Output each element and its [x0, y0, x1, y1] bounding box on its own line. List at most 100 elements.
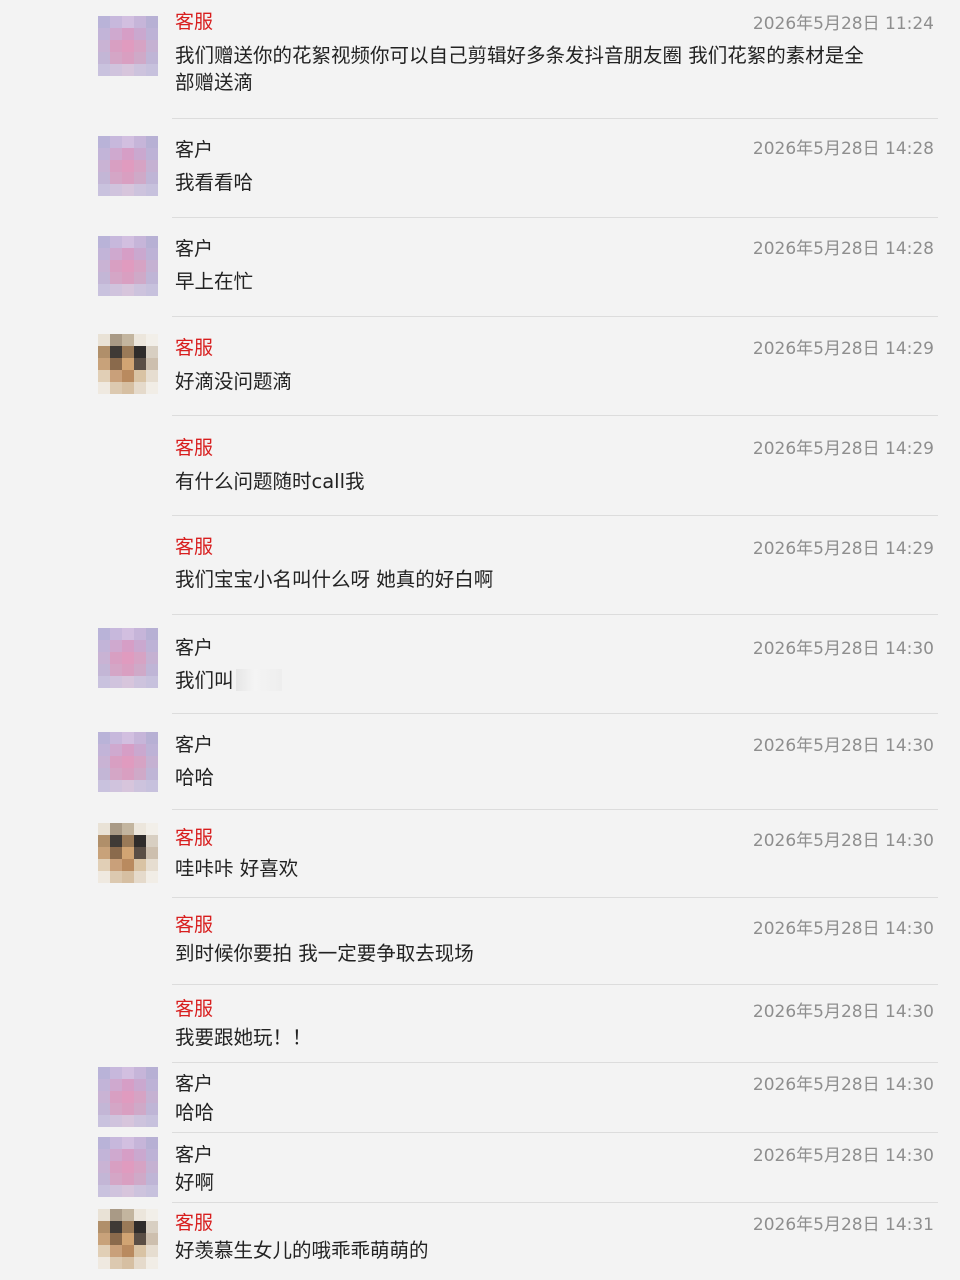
- avatar-mosaic-cell: [146, 664, 158, 676]
- avatar-mosaic-cell: [110, 1209, 122, 1221]
- avatar-mosaic-cell: [122, 744, 134, 756]
- avatar-customer[interactable]: [98, 732, 158, 792]
- message-text: 哈哈: [175, 766, 215, 789]
- avatar-customer[interactable]: [98, 1137, 158, 1197]
- avatar-customer-service[interactable]: [98, 16, 158, 76]
- avatar-mosaic-cell: [134, 260, 146, 272]
- avatar-mosaic-cell: [134, 640, 146, 652]
- avatar-mosaic-cell: [110, 236, 122, 248]
- avatar-mosaic-cell: [146, 172, 158, 184]
- avatar-mosaic-cell: [110, 628, 122, 640]
- avatar-mosaic-cell: [98, 52, 110, 64]
- avatar-mosaic-cell: [98, 1137, 110, 1149]
- avatar-mosaic-cell: [146, 744, 158, 756]
- avatar-mosaic-cell: [98, 756, 110, 768]
- avatar-mosaic-cell: [122, 1079, 134, 1091]
- avatar-mosaic-cell: [146, 847, 158, 859]
- avatar-customer[interactable]: [98, 136, 158, 196]
- avatar-mosaic-cell: [146, 823, 158, 835]
- message-divider: [172, 1062, 938, 1063]
- avatar-mosaic-cell: [134, 1257, 146, 1269]
- message-text: 早上在忙: [175, 270, 254, 293]
- avatar-mosaic-cell: [98, 859, 110, 871]
- avatar-mosaic-cell: [122, 358, 134, 370]
- avatar-mosaic-cell: [110, 847, 122, 859]
- message-divider: [172, 614, 938, 615]
- avatar-mosaic-cell: [98, 780, 110, 792]
- sender-name: 客服: [175, 998, 214, 1020]
- avatar-mosaic-cell: [146, 652, 158, 664]
- chat-log[interactable]: 客服 2026年5月28日 11:24 我们赠送你的花絮视频你可以自己剪辑好多条…: [0, 0, 960, 1280]
- avatar-mosaic-cell: [134, 732, 146, 744]
- avatar-mosaic-cell: [146, 835, 158, 847]
- avatar-customer[interactable]: [98, 1067, 158, 1127]
- avatar-mosaic-cell: [122, 1209, 134, 1221]
- avatar-customer-service[interactable]: [98, 334, 158, 394]
- avatar-customer-service[interactable]: [98, 823, 158, 883]
- avatar-mosaic-cell: [134, 1221, 146, 1233]
- message-divider: [172, 1202, 938, 1203]
- avatar-mosaic-cell: [122, 676, 134, 688]
- sender-name: 客户: [175, 1144, 214, 1166]
- avatar-mosaic-cell: [122, 160, 134, 172]
- avatar-mosaic-cell: [122, 1103, 134, 1115]
- message-timestamp: 2026年5月28日 14:30: [752, 639, 934, 659]
- avatar-mosaic-cell: [146, 1233, 158, 1245]
- message-timestamp: 2026年5月28日 14:29: [752, 439, 934, 459]
- avatar-mosaic-cell: [110, 756, 122, 768]
- message-timestamp: 2026年5月28日 14:28: [752, 239, 934, 259]
- avatar-mosaic-cell: [146, 756, 158, 768]
- avatar-customer-service[interactable]: [98, 1209, 158, 1269]
- avatar-mosaic-cell: [122, 1067, 134, 1079]
- avatar-mosaic-cell: [146, 1103, 158, 1115]
- avatar-mosaic-cell: [110, 1233, 122, 1245]
- avatar-customer[interactable]: [98, 236, 158, 296]
- avatar-mosaic-cell: [134, 52, 146, 64]
- avatar-mosaic-cell: [122, 835, 134, 847]
- avatar-mosaic-cell: [146, 40, 158, 52]
- avatar-mosaic-cell: [98, 1115, 110, 1127]
- avatar-mosaic-cell: [122, 148, 134, 160]
- avatar-mosaic-cell: [110, 744, 122, 756]
- avatar-mosaic-cell: [134, 847, 146, 859]
- avatar-mosaic-cell: [146, 64, 158, 76]
- avatar-mosaic-cell: [122, 871, 134, 883]
- avatar-mosaic-cell: [146, 346, 158, 358]
- avatar-mosaic-cell: [98, 652, 110, 664]
- avatar-mosaic-cell: [98, 1209, 110, 1221]
- avatar-mosaic-cell: [122, 1137, 134, 1149]
- message-timestamp: 2026年5月28日 14:30: [752, 1075, 934, 1095]
- avatar-mosaic-cell: [110, 1221, 122, 1233]
- avatar-mosaic-cell: [134, 1091, 146, 1103]
- message-text: 我看看哈: [175, 171, 254, 194]
- avatar-mosaic-cell: [110, 652, 122, 664]
- avatar-mosaic-cell: [110, 1173, 122, 1185]
- avatar-mosaic-cell: [122, 236, 134, 248]
- message-divider: [172, 713, 938, 714]
- avatar-mosaic-cell: [122, 664, 134, 676]
- sender-name: 客服: [175, 914, 214, 936]
- avatar-mosaic-cell: [146, 1185, 158, 1197]
- avatar-mosaic-cell: [110, 248, 122, 260]
- avatar-mosaic-cell: [146, 628, 158, 640]
- avatar-mosaic-cell: [122, 1245, 134, 1257]
- avatar-mosaic-cell: [122, 1149, 134, 1161]
- sender-name: 客服: [175, 337, 214, 359]
- avatar-mosaic-cell: [146, 382, 158, 394]
- avatar-mosaic-cell: [146, 640, 158, 652]
- avatar-mosaic-cell: [122, 16, 134, 28]
- avatar-customer[interactable]: [98, 628, 158, 688]
- avatar-mosaic-cell: [98, 1067, 110, 1079]
- avatar-mosaic-cell: [146, 1173, 158, 1185]
- avatar-mosaic-cell: [98, 160, 110, 172]
- avatar-mosaic-cell: [122, 184, 134, 196]
- avatar-mosaic-cell: [122, 260, 134, 272]
- avatar-mosaic-cell: [146, 284, 158, 296]
- avatar-mosaic-cell: [98, 236, 110, 248]
- avatar-mosaic-cell: [134, 284, 146, 296]
- avatar-mosaic-cell: [134, 346, 146, 358]
- avatar-mosaic-cell: [146, 184, 158, 196]
- avatar-mosaic-cell: [110, 1103, 122, 1115]
- avatar-mosaic-cell: [98, 768, 110, 780]
- avatar-mosaic-cell: [98, 172, 110, 184]
